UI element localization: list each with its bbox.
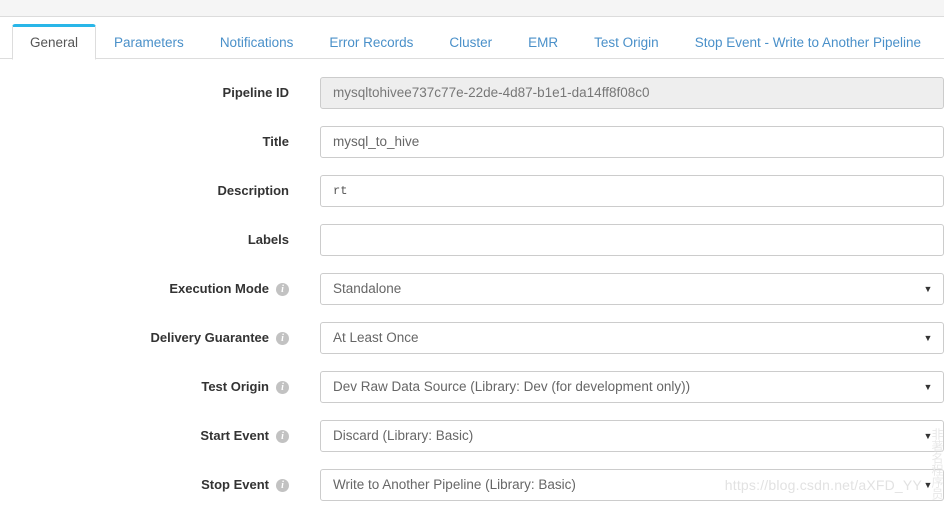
label-title: Title xyxy=(0,126,290,158)
chevron-down-icon[interactable]: ▼ xyxy=(923,470,933,500)
info-icon[interactable]: i xyxy=(276,331,289,345)
form-row-start-event: Start Event i Discard (Library: Basic) ▼ xyxy=(0,420,944,469)
field-description: rt xyxy=(320,175,944,207)
stop-event-select[interactable]: Write to Another Pipeline (Library: Basi… xyxy=(320,469,944,501)
form-row-stop-event: Stop Event i Write to Another Pipeline (Li… xyxy=(0,469,944,518)
label-test-origin: Test Origin i xyxy=(0,371,289,403)
label-stop-event: Stop Event i xyxy=(0,469,289,501)
delivery-guarantee-select[interactable]: At Least Once ▼ xyxy=(320,322,944,354)
info-icon[interactable]: i xyxy=(276,478,289,492)
field-execution-mode: Standalone ▼ xyxy=(320,273,944,305)
tab-test-origin[interactable]: Test Origin xyxy=(576,25,677,59)
tab-error-records[interactable]: Error Records xyxy=(311,25,431,59)
tab-notifications[interactable]: Notifications xyxy=(202,25,312,59)
pipeline-id-input: mysqltohivee737c77e-22de-4d87-b1e1-da14f… xyxy=(320,77,944,109)
form-row-test-origin: Test Origin i Dev Raw Data Source (Library… xyxy=(0,371,944,420)
field-title: mysql_to_hive xyxy=(320,126,944,158)
description-value: rt xyxy=(333,184,348,198)
form-row-delivery-guarantee: Delivery Guarantee i At Least Once ▼ xyxy=(0,322,944,371)
description-textarea[interactable]: rt xyxy=(320,175,944,207)
execution-mode-select[interactable]: Standalone ▼ xyxy=(320,273,944,305)
info-icon[interactable]: i xyxy=(276,429,289,443)
stop-event-value: Write to Another Pipeline (Library: Basi… xyxy=(333,477,576,492)
start-event-value: Discard (Library: Basic) xyxy=(333,428,474,443)
field-stop-event: Write to Another Pipeline (Library: Basi… xyxy=(320,469,944,501)
chevron-down-icon[interactable]: ▼ xyxy=(923,274,933,304)
labels-input[interactable] xyxy=(320,224,944,256)
label-text: Delivery Guarantee xyxy=(150,330,269,345)
label-text: Pipeline ID xyxy=(222,85,289,100)
info-icon[interactable]: i xyxy=(276,282,289,296)
tab-emr[interactable]: EMR xyxy=(510,25,576,59)
field-pipeline-id: mysqltohivee737c77e-22de-4d87-b1e1-da14f… xyxy=(320,77,944,109)
chevron-down-icon[interactable]: ▼ xyxy=(923,372,933,402)
label-text: Description xyxy=(217,183,289,198)
delivery-guarantee-value: At Least Once xyxy=(333,330,419,345)
field-labels xyxy=(320,224,944,256)
chevron-down-icon[interactable]: ▼ xyxy=(923,421,933,451)
info-icon[interactable]: i xyxy=(276,380,289,394)
label-text: Start Event xyxy=(200,428,269,443)
field-delivery-guarantee: At Least Once ▼ xyxy=(320,322,944,354)
tab-stop-event-write-to-another-pipeline[interactable]: Stop Event - Write to Another Pipeline xyxy=(677,25,939,59)
tab-bar: General Parameters Notifications Error Reco… xyxy=(0,17,944,60)
start-event-select[interactable]: Discard (Library: Basic) ▼ xyxy=(320,420,944,452)
form-row-description: Description rt xyxy=(0,175,944,224)
label-text: Labels xyxy=(247,232,289,247)
label-labels: Labels xyxy=(0,224,289,256)
execution-mode-value: Standalone xyxy=(333,281,402,296)
top-strip xyxy=(0,0,944,17)
form-row-labels: Labels xyxy=(0,224,944,273)
tab-general[interactable]: General xyxy=(12,24,97,60)
label-text: Title xyxy=(262,134,290,149)
form-row-pipeline-id: Pipeline ID mysqltohivee737c77e-22de-4d87… xyxy=(0,77,944,126)
test-origin-select[interactable]: Dev Raw Data Source (Library: Dev (for d… xyxy=(320,371,944,403)
pipeline-id-value: mysqltohivee737c77e-22de-4d87-b1e1-da14f… xyxy=(333,85,650,100)
tab-parameters[interactable]: Parameters xyxy=(96,25,202,59)
form-row-title: Title mysql_to_hive xyxy=(0,126,944,175)
label-text: Test Origin xyxy=(201,379,269,394)
label-text: Execution Mode xyxy=(169,281,269,296)
label-pipeline-id: Pipeline ID xyxy=(0,77,289,109)
field-start-event: Discard (Library: Basic) ▼ xyxy=(320,420,944,452)
tab-cluster[interactable]: Cluster xyxy=(431,25,510,59)
label-text: Stop Event xyxy=(201,477,269,492)
test-origin-value: Dev Raw Data Source (Library: Dev (for d… xyxy=(333,379,691,394)
chevron-down-icon[interactable]: ▼ xyxy=(923,323,933,353)
field-test-origin: Dev Raw Data Source (Library: Dev (for d… xyxy=(320,371,944,403)
label-description: Description xyxy=(0,175,289,207)
label-delivery-guarantee: Delivery Guarantee i xyxy=(0,322,289,354)
title-input[interactable]: mysql_to_hive xyxy=(320,126,944,158)
title-value: mysql_to_hive xyxy=(333,134,420,149)
form-row-execution-mode: Execution Mode i Standalone ▼ xyxy=(0,273,944,322)
general-settings-form: Pipeline ID mysqltohivee737c77e-22de-4d87… xyxy=(0,59,944,518)
label-execution-mode: Execution Mode i xyxy=(0,273,289,305)
label-start-event: Start Event i xyxy=(0,420,289,452)
